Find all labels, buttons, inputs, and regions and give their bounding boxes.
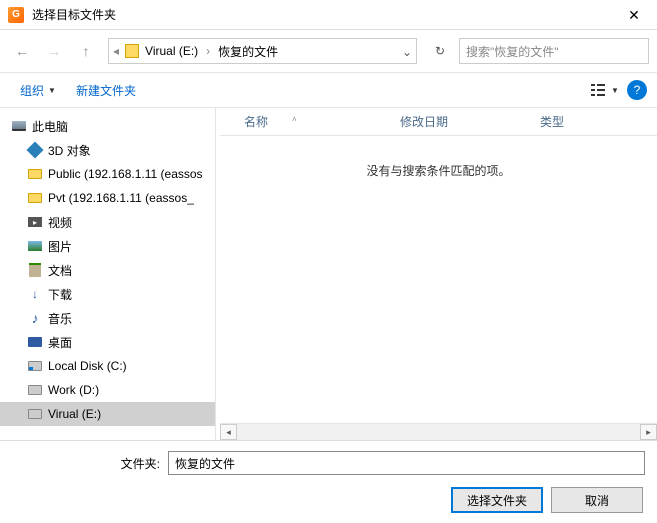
empty-message: 没有与搜索条件匹配的项。 xyxy=(220,136,657,179)
view-options-button[interactable]: ▼ xyxy=(589,78,621,102)
video-icon: ▸ xyxy=(26,214,44,230)
toolbar: 组织 ▼ 新建文件夹 ▼ ? xyxy=(0,72,657,108)
cancel-button[interactable]: 取消 xyxy=(551,487,643,513)
dialog-title: 选择目标文件夹 xyxy=(32,6,619,23)
drive-icon xyxy=(125,44,139,58)
tree-item[interactable]: 图片 xyxy=(0,234,215,258)
new-folder-button[interactable]: 新建文件夹 xyxy=(66,78,146,103)
select-folder-button[interactable]: 选择文件夹 xyxy=(451,487,543,513)
search-input[interactable]: 搜索"恢复的文件" xyxy=(459,38,649,64)
refresh-button[interactable]: ↻ xyxy=(425,38,455,64)
tree-item[interactable]: 3D 对象 xyxy=(0,138,215,162)
content-area: 此电脑 3D 对象 Public (192.168.1.11 (eassos Pvt… xyxy=(0,108,657,440)
tree-item-label: Public (192.168.1.11 (eassos xyxy=(48,167,203,181)
chevron-right-icon: › xyxy=(204,44,212,58)
sort-indicator-icon: ˄ xyxy=(292,113,297,130)
organize-button[interactable]: 组织 ▼ xyxy=(10,78,66,103)
doc-icon xyxy=(26,262,44,278)
tree-item-label: 文档 xyxy=(48,262,72,279)
folder-label: 文件夹: xyxy=(0,455,168,472)
tree-item-label: 3D 对象 xyxy=(48,142,91,159)
title-bar: G 选择目标文件夹 ✕ xyxy=(0,0,657,30)
tree-this-pc[interactable]: 此电脑 xyxy=(0,114,215,138)
folder-name-input[interactable] xyxy=(168,451,645,475)
up-button[interactable]: ↑ xyxy=(72,37,100,65)
tree-item-label: Pvt (192.168.1.11 (eassos_ xyxy=(48,191,194,205)
folder-icon xyxy=(26,166,44,182)
folder-icon xyxy=(26,190,44,206)
forward-button[interactable]: → xyxy=(40,37,68,65)
tree-item[interactable]: 桌面 xyxy=(0,330,215,354)
chevron-down-icon: ▼ xyxy=(611,86,619,95)
desktop-icon xyxy=(26,334,44,350)
tree-item[interactable]: Pvt (192.168.1.11 (eassos_ xyxy=(0,186,215,210)
tree-item-label: Virual (E:) xyxy=(48,407,101,421)
nav-bar: ← → ↑ ◂ Virual (E:) › 恢复的文件 ⌄ ↻ 搜索"恢复的文件… xyxy=(0,30,657,72)
column-name[interactable]: 名称 ˄ xyxy=(220,113,390,130)
breadcrumb[interactable]: ◂ Virual (E:) › 恢复的文件 ⌄ xyxy=(108,38,417,64)
disk-icon xyxy=(26,382,44,398)
3d-icon xyxy=(26,142,44,158)
tree-item[interactable]: Virual (E:) xyxy=(0,402,215,426)
disk-icon xyxy=(26,406,44,422)
tree-item[interactable]: 文档 xyxy=(0,258,215,282)
chevron-down-icon: ▼ xyxy=(48,86,56,95)
tree-item-label: 图片 xyxy=(48,238,72,255)
breadcrumb-back-icon[interactable]: ◂ xyxy=(109,44,123,58)
back-button[interactable]: ← xyxy=(8,37,36,65)
tree-item-label: Work (D:) xyxy=(48,383,99,397)
column-date[interactable]: 修改日期 xyxy=(390,113,530,130)
close-button[interactable]: ✕ xyxy=(619,0,649,30)
tree-item[interactable]: ♪音乐 xyxy=(0,306,215,330)
sidebar-tree: 此电脑 3D 对象 Public (192.168.1.11 (eassos Pvt… xyxy=(0,108,215,440)
search-placeholder: 搜索"恢复的文件" xyxy=(466,43,559,60)
tree-item-label: 桌面 xyxy=(48,334,72,351)
breadcrumb-folder[interactable]: 恢复的文件 xyxy=(212,43,284,60)
scroll-left-icon[interactable]: ◂ xyxy=(220,424,237,440)
disk-c-icon xyxy=(26,358,44,374)
tree-item[interactable]: Local Disk (C:) xyxy=(0,354,215,378)
tree-item-label: Local Disk (C:) xyxy=(48,359,127,373)
tree-item[interactable]: Public (192.168.1.11 (eassos xyxy=(0,162,215,186)
tree-item[interactable]: ↓下载 xyxy=(0,282,215,306)
horizontal-scrollbar[interactable]: ◂ ▸ xyxy=(220,423,657,440)
music-icon: ♪ xyxy=(26,310,44,326)
breadcrumb-dropdown[interactable]: ⌄ xyxy=(398,43,416,59)
tree-item[interactable]: ▸视频 xyxy=(0,210,215,234)
breadcrumb-drive[interactable]: Virual (E:) xyxy=(139,44,204,58)
column-headers: 名称 ˄ 修改日期 类型 xyxy=(220,108,657,136)
help-button[interactable]: ? xyxy=(627,80,647,100)
tree-item-label: 音乐 xyxy=(48,310,72,327)
bottom-panel: 文件夹: 选择文件夹 取消 xyxy=(0,441,657,523)
dl-icon: ↓ xyxy=(26,286,44,302)
column-type[interactable]: 类型 xyxy=(530,113,600,130)
tree-item-label: 视频 xyxy=(48,214,72,231)
pc-icon xyxy=(10,118,28,134)
file-list-pane: 名称 ˄ 修改日期 类型 没有与搜索条件匹配的项。 ◂ ▸ xyxy=(220,108,657,440)
tree-item-label: 下载 xyxy=(48,286,72,303)
pic-icon xyxy=(26,238,44,254)
scroll-right-icon[interactable]: ▸ xyxy=(640,424,657,440)
tree-item[interactable]: Work (D:) xyxy=(0,378,215,402)
app-icon: G xyxy=(8,7,24,23)
